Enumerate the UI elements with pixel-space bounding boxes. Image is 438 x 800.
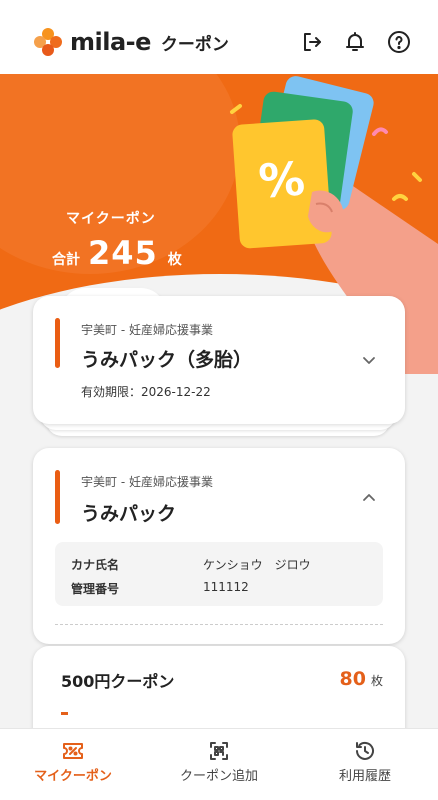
chevron-up-icon[interactable]: [361, 490, 377, 506]
logout-icon[interactable]: [300, 30, 324, 54]
logo-mark-icon: [34, 28, 62, 56]
nav-label: 利用履歴: [338, 769, 391, 784]
card-accent-bar: [55, 318, 60, 368]
detail-value-management-number: 111112: [203, 580, 249, 594]
chevron-down-icon[interactable]: [361, 352, 377, 368]
help-icon[interactable]: [387, 30, 411, 54]
card-accent-bar: [55, 470, 60, 524]
sub-coupon-count-number: 80: [339, 668, 366, 690]
total-prefix: 合計: [52, 252, 80, 268]
bottom-navigation: マイクーポン クーポン追加 利用履歴: [0, 728, 438, 800]
coupon-icon: [63, 743, 83, 759]
app-logo: mila-e クーポン: [34, 28, 229, 56]
card-organization: 宇美町 - 妊産婦応援事業: [81, 475, 213, 489]
app-header: mila-e クーポン: [0, 0, 438, 74]
svg-text:%: %: [257, 151, 307, 208]
logo-text: mila-e: [70, 28, 151, 56]
nav-label: クーポン追加: [179, 769, 258, 784]
total-count: 245: [88, 234, 158, 272]
bell-icon[interactable]: [343, 30, 367, 54]
nav-item-my-coupon[interactable]: マイクーポン: [0, 729, 146, 800]
expiry-label: 有効期限：: [81, 385, 142, 399]
coupon-card-umi-pack[interactable]: 宇美町 - 妊産婦応援事業 うみパック カナ氏名 ケンショウ ジロウ 管理番号 …: [33, 448, 405, 644]
sub-coupon-title: 500円クーポン: [61, 672, 175, 691]
nav-item-add-coupon[interactable]: クーポン追加: [146, 729, 292, 800]
nav-item-history[interactable]: 利用履歴: [292, 729, 438, 800]
card-title: うみパック（多胎）: [81, 349, 253, 371]
dashed-divider: [55, 624, 383, 625]
card-organization: 宇美町 - 妊産婦応援事業: [81, 323, 213, 337]
scan-icon: [210, 742, 228, 760]
detail-label-kana-name: カナ氏名: [71, 558, 120, 572]
card-details: カナ氏名 ケンショウ ジロウ 管理番号 111112: [55, 542, 383, 606]
total-unit: 枚: [167, 252, 182, 268]
sub-coupon-count-unit: 枚: [370, 674, 383, 688]
coupon-card-umi-pack-multi[interactable]: 宇美町 - 妊産婦応援事業 うみパック（多胎） 有効期限：2026-12-22: [33, 296, 405, 424]
app-name: クーポン: [160, 34, 229, 55]
expiry-date: 2026-12-22: [141, 385, 211, 399]
detail-label-management-number: 管理番号: [71, 582, 120, 596]
card-expiry: 有効期限：2026-12-22: [81, 383, 211, 400]
coupon-total: 合計 245 枚: [52, 234, 182, 272]
sub-coupon-count: 80 枚: [340, 668, 383, 690]
nav-label: マイクーポン: [34, 769, 112, 784]
my-coupon-label: マイクーポン: [66, 211, 156, 227]
card-title: うみパック: [81, 503, 177, 525]
sub-coupon-dash: [61, 712, 68, 715]
detail-value-kana-name: ケンショウ ジロウ: [203, 558, 311, 572]
history-icon: [356, 741, 374, 760]
